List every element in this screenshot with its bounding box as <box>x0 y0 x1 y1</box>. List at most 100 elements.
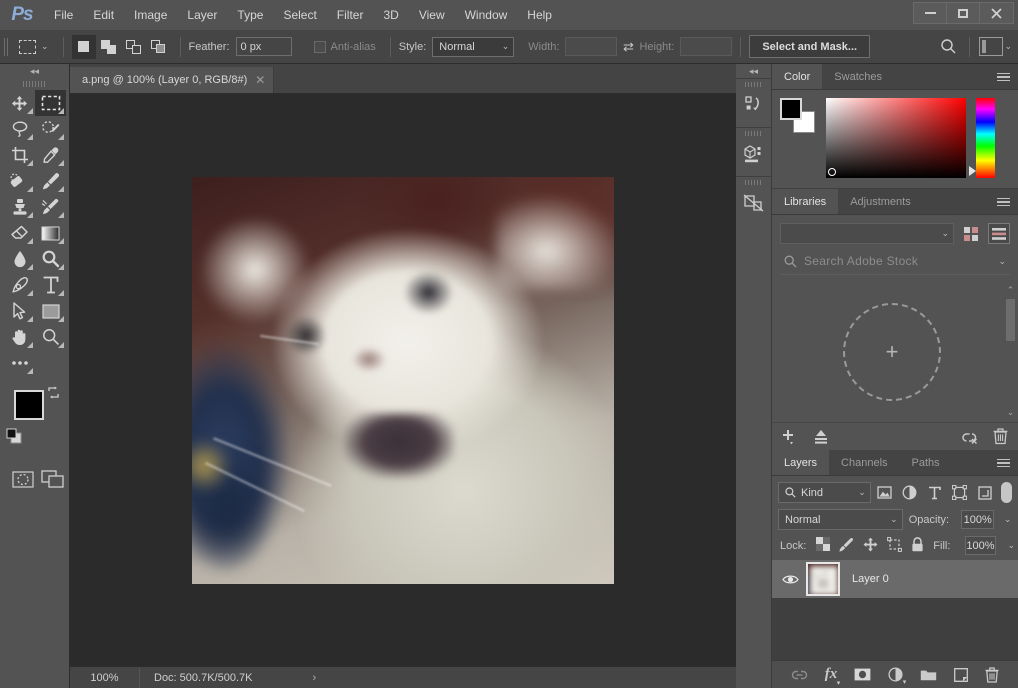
layer-visibility-icon[interactable] <box>780 574 800 585</box>
expand-dock-button[interactable]: ◂◂ <box>736 64 771 78</box>
layer-thumbnail[interactable] <box>806 562 840 596</box>
zoom-level[interactable]: 100% <box>70 667 140 688</box>
filter-image-icon[interactable] <box>874 482 896 503</box>
collapse-toolbar-button[interactable]: ◂◂ <box>0 64 69 78</box>
chevron-down-icon[interactable]: ⌄ <box>998 256 1006 267</box>
clone-stamp-tool[interactable] <box>4 194 35 220</box>
lock-all-icon[interactable] <box>911 536 924 555</box>
dock-grip[interactable] <box>736 177 771 187</box>
add-to-selection-button[interactable] <box>97 35 121 59</box>
new-layer-icon[interactable] <box>954 667 969 682</box>
hand-tool[interactable] <box>4 324 35 350</box>
lasso-tool[interactable] <box>4 116 35 142</box>
delete-icon[interactable] <box>993 428 1008 445</box>
height-input[interactable] <box>680 37 733 56</box>
canvas-viewport[interactable] <box>70 94 736 666</box>
filter-smart-object-icon[interactable] <box>974 482 996 503</box>
subtract-from-selection-button[interactable] <box>122 35 146 59</box>
document-tab[interactable]: a.png @ 100% (Layer 0, RGB/8#) ✕ <box>70 67 275 93</box>
dock-grip[interactable] <box>736 79 771 89</box>
edit-toolbar-tool[interactable] <box>4 350 35 376</box>
panel-menu-icon[interactable] <box>997 64 1010 90</box>
quick-mask-button[interactable] <box>8 466 38 492</box>
menu-filter[interactable]: Filter <box>327 0 374 30</box>
color-field[interactable] <box>826 98 966 178</box>
status-menu-arrow-icon[interactable]: › <box>312 672 316 684</box>
brush-tool[interactable] <box>35 168 66 194</box>
close-button[interactable] <box>980 3 1013 23</box>
intersect-with-selection-button[interactable] <box>147 35 171 59</box>
upload-icon[interactable] <box>813 429 829 445</box>
width-input[interactable] <box>565 37 618 56</box>
color-foreground-swatch[interactable] <box>780 98 802 120</box>
menu-type[interactable]: Type <box>227 0 273 30</box>
list-view-button[interactable] <box>988 223 1010 244</box>
feather-input[interactable] <box>235 37 292 56</box>
canvas-image[interactable] <box>192 176 614 584</box>
filter-toggle-switch[interactable] <box>1000 482 1012 503</box>
screen-mode-button[interactable] <box>38 466 68 492</box>
libraries-drop-area[interactable]: + ⌃ ⌄ <box>772 281 1018 422</box>
search-icon[interactable] <box>935 34 961 60</box>
link-layers-icon[interactable] <box>791 669 808 681</box>
menu-file[interactable]: File <box>44 0 83 30</box>
tab-color[interactable]: Color <box>772 64 823 89</box>
rectangular-marquee-tool[interactable] <box>35 90 66 116</box>
type-tool[interactable] <box>35 272 66 298</box>
table-row[interactable]: Layer 0 <box>772 560 1018 598</box>
blur-tool[interactable] <box>4 246 35 272</box>
menu-window[interactable]: Window <box>455 0 518 30</box>
layer-mask-icon[interactable] <box>854 668 871 681</box>
menu-help[interactable]: Help <box>517 0 562 30</box>
pen-tool[interactable] <box>4 272 35 298</box>
new-selection-button[interactable] <box>71 34 96 59</box>
search-input[interactable]: Search Adobe Stock <box>804 254 991 268</box>
lock-position-icon[interactable] <box>863 537 878 555</box>
add-asset-dropzone[interactable]: + <box>843 302 941 401</box>
opacity-value[interactable]: 100% <box>961 510 995 529</box>
menu-view[interactable]: View <box>409 0 455 30</box>
crop-tool[interactable] <box>4 142 35 168</box>
adobe-stock-search[interactable]: Search Adobe Stock ⌄ <box>780 250 1010 275</box>
zoom-tool[interactable] <box>35 324 66 350</box>
maximize-button[interactable] <box>947 3 980 23</box>
menu-3d[interactable]: 3D <box>373 0 408 30</box>
adjustment-layer-icon[interactable]: ▾ <box>888 667 906 686</box>
tab-paths[interactable]: Paths <box>899 450 952 475</box>
menu-layer[interactable]: Layer <box>177 0 227 30</box>
tab-adjustments[interactable]: Adjustments <box>838 189 923 214</box>
dock-grip[interactable] <box>736 128 771 138</box>
filter-shape-icon[interactable] <box>949 482 971 503</box>
scroll-up-icon[interactable]: ⌃ <box>1007 285 1015 296</box>
toolbar-grip[interactable] <box>0 78 69 90</box>
scroll-down-icon[interactable]: ⌄ <box>1007 407 1015 418</box>
lock-image-pixels-icon[interactable] <box>839 537 854 555</box>
menu-select[interactable]: Select <box>273 0 326 30</box>
workspace-switcher-button[interactable] <box>978 34 1004 60</box>
menu-image[interactable]: Image <box>124 0 177 30</box>
panel-menu-icon[interactable] <box>997 189 1010 215</box>
new-group-icon[interactable] <box>920 668 937 681</box>
3d-icon[interactable] <box>736 138 771 170</box>
select-and-mask-button[interactable]: Select and Mask... <box>749 35 871 58</box>
dodge-tool[interactable] <box>35 246 66 272</box>
tab-libraries[interactable]: Libraries <box>772 189 839 214</box>
filter-adjustment-icon[interactable] <box>899 482 921 503</box>
spot-healing-brush-tool[interactable] <box>4 168 35 194</box>
filter-type-icon[interactable] <box>924 482 946 503</box>
chevron-down-icon[interactable]: ⌄ <box>1004 41 1012 52</box>
rectangle-tool[interactable] <box>35 298 66 324</box>
filter-kind-select[interactable]: Kind ⌄ <box>778 482 871 503</box>
style-select[interactable]: Normal ⌄ <box>432 36 515 57</box>
lock-transparent-pixels-icon[interactable] <box>816 537 831 554</box>
quick-selection-tool[interactable] <box>35 116 66 142</box>
path-selection-tool[interactable] <box>4 298 35 324</box>
eyedropper-tool[interactable] <box>35 142 66 168</box>
minimize-button[interactable] <box>914 3 947 23</box>
history-brush-tool[interactable] <box>35 194 66 220</box>
library-select[interactable]: ⌄ <box>780 223 954 244</box>
move-tool[interactable] <box>4 90 35 116</box>
opacity-stepper-icon[interactable]: ⌄ <box>1003 514 1012 525</box>
tab-layers[interactable]: Layers <box>772 450 830 475</box>
panel-menu-icon[interactable] <box>997 450 1010 476</box>
